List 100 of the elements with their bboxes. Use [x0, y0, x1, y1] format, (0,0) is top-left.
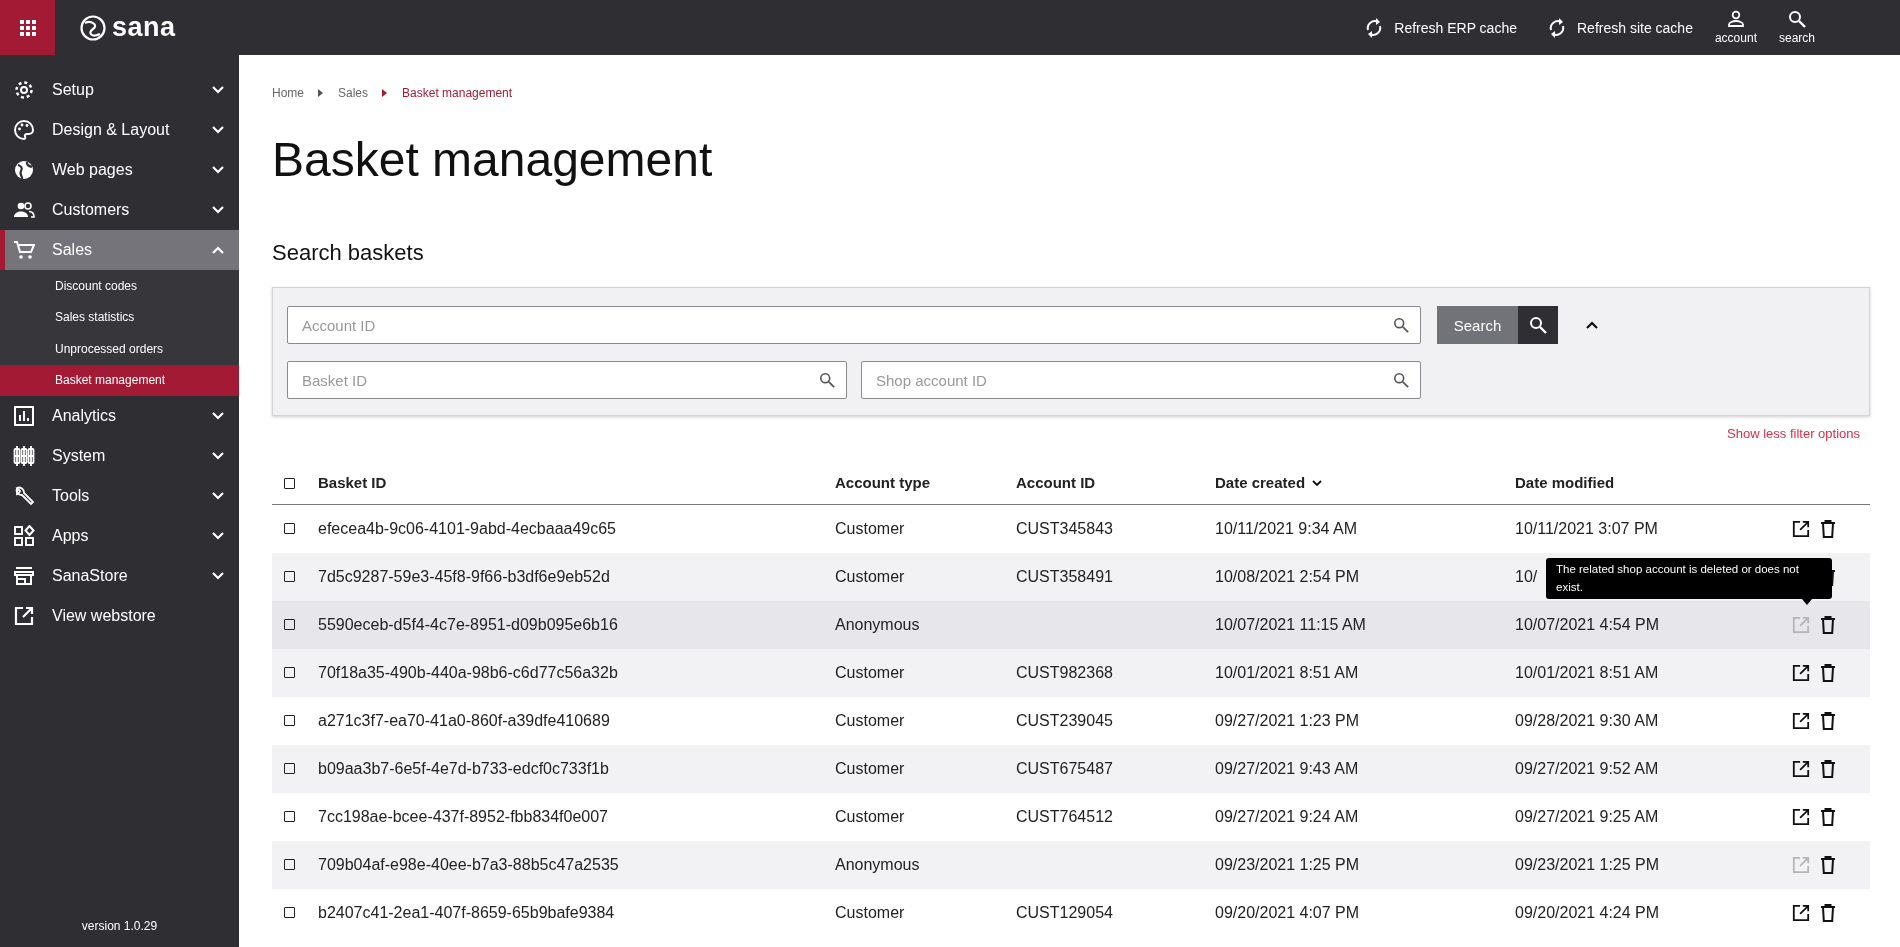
search-icon [1529, 316, 1547, 334]
table-cell: 09/27/2021 9:52 AM [1515, 760, 1659, 777]
sidebar-item[interactable]: Sales [0, 230, 239, 270]
refresh-icon [1547, 16, 1567, 39]
table-cell: Anonymous [835, 616, 920, 633]
column-header[interactable]: Date created [1215, 474, 1306, 491]
sidebar-item[interactable]: Apps [0, 516, 239, 556]
search-field[interactable]: Basket ID [287, 361, 847, 399]
search-icon [819, 372, 835, 388]
column-header[interactable]: Account ID [1016, 474, 1096, 491]
column-header[interactable]: Date modified [1515, 474, 1615, 491]
sidebar-subitem[interactable]: Discount codes [0, 270, 239, 302]
section-heading: Search baskets [272, 239, 425, 267]
account-button[interactable]: account [1714, 10, 1757, 45]
table-cell: 5590eceb-d5f4-4c7e-8951-d09b095e6b16 [318, 616, 618, 633]
table-cell: 09/23/2021 1:25 PM [1515, 856, 1660, 873]
table-cell: 70f18a35-490b-440a-98b6-c6d77c56a32b [318, 664, 618, 681]
table-cell: 7cc198ae-bcee-437f-8952-fbb834f0e007 [318, 808, 608, 825]
row-checkbox[interactable] [284, 811, 295, 822]
table-cell: 10/11/2021 9:34 AM [1215, 520, 1358, 537]
filter-toggle-link[interactable]: Show less filter options [1727, 426, 1860, 441]
open-link-button[interactable] [1792, 760, 1810, 778]
person-icon [1726, 10, 1745, 28]
gear-icon [13, 79, 35, 101]
sidebar-subitem[interactable]: Basket management [0, 364, 239, 396]
row-checkbox[interactable] [284, 907, 295, 918]
table-cell: Anonymous [835, 856, 920, 873]
table-cell: Customer [835, 760, 905, 777]
table-cell: 09/23/2021 1:25 PM [1215, 856, 1360, 873]
row-checkbox[interactable] [284, 571, 295, 582]
open-link-button[interactable] [1792, 904, 1810, 922]
sidebar-item[interactable]: Analytics [0, 396, 239, 436]
table-cell: 709b04af-e98e-40ee-b7a3-88b5c47a2535 [318, 856, 619, 873]
chart-icon [13, 405, 35, 427]
table-cell: CUST345843 [1016, 520, 1113, 537]
sidebar-item[interactable]: Setup [0, 70, 239, 110]
search-button[interactable]: Search [1437, 306, 1518, 344]
open-link-button[interactable] [1792, 520, 1810, 538]
breadcrumb-link[interactable]: Sales [338, 86, 369, 100]
table-cell: 09/27/2021 9:43 AM [1215, 760, 1359, 777]
row-checkbox[interactable] [284, 715, 295, 726]
external-link-icon [1792, 808, 1810, 826]
search-button[interactable]: search [1778, 10, 1815, 45]
row-checkbox[interactable] [284, 667, 295, 678]
sidebar-item[interactable]: Web pages [0, 150, 239, 190]
row-checkbox[interactable] [284, 619, 295, 630]
external-link-icon [1792, 664, 1810, 682]
column-header[interactable]: Account type [835, 474, 930, 491]
app-launcher-button[interactable] [0, 0, 55, 55]
open-link-button[interactable] [1792, 808, 1810, 826]
column-header[interactable]: Basket ID [318, 474, 387, 491]
external-link-icon [1792, 856, 1810, 874]
external-link-icon [1792, 760, 1810, 778]
search-icon-button[interactable] [1518, 306, 1558, 344]
page-title: Basket management [272, 132, 714, 188]
select-all-checkbox[interactable] [284, 478, 295, 489]
sidebar-subitem[interactable]: Sales statistics [0, 301, 239, 333]
globe-icon [13, 159, 35, 181]
breadcrumb-link[interactable]: Basket management [402, 86, 513, 100]
sidebar-item[interactable]: Design & Layout [0, 110, 239, 150]
table-cell: CUST239045 [1016, 712, 1113, 729]
breadcrumb-link[interactable]: Home [272, 86, 304, 100]
row-checkbox[interactable] [284, 763, 295, 774]
table-cell: 10/ [1515, 568, 1538, 585]
open-link-button[interactable] [1792, 664, 1810, 682]
logo-text: sana [112, 12, 176, 43]
sidebar-subitem[interactable]: Unprocessed orders [0, 333, 239, 365]
table-cell: CUST358491 [1016, 568, 1113, 585]
search-field[interactable]: Shop account ID [861, 361, 1421, 399]
external-link-icon [1792, 904, 1810, 922]
table-cell: 10/08/2021 2:54 PM [1215, 568, 1360, 585]
table-cell: 10/07/2021 4:54 PM [1515, 616, 1660, 633]
table-cell: 10/11/2021 3:07 PM [1515, 520, 1658, 537]
row-checkbox[interactable] [284, 859, 295, 870]
sidebar-item[interactable]: Tools [0, 476, 239, 516]
sidebar-item[interactable]: SanaStore [0, 556, 239, 596]
logo-icon [79, 13, 107, 42]
table-cell: 09/20/2021 4:24 PM [1515, 904, 1660, 921]
sliders-icon [13, 445, 35, 467]
table-cell: 7d5c9287-59e3-45f8-9f66-b3df6e9eb52d [318, 568, 610, 585]
row-checkbox[interactable] [284, 523, 295, 534]
open-link-button[interactable] [1792, 712, 1810, 730]
table-cell: 09/28/2021 9:30 AM [1515, 712, 1659, 729]
table-cell: 10/01/2021 8:51 AM [1515, 664, 1659, 681]
search-field[interactable]: Account ID [287, 306, 1421, 344]
store-icon [13, 565, 35, 587]
sidebar-item[interactable]: Customers [0, 190, 239, 230]
sidebar-item[interactable]: System [0, 436, 239, 476]
sidebar-item[interactable]: View webstore [0, 596, 239, 636]
table-cell: Customer [835, 520, 905, 537]
table-cell: Customer [835, 712, 905, 729]
search-icon [1393, 372, 1409, 388]
refresh-button[interactable]: Refresh site cache [1547, 16, 1693, 39]
table-cell: Customer [835, 904, 905, 921]
table-cell: 09/27/2021 9:25 AM [1515, 808, 1659, 825]
tooltip: The related shop account is deleted or does not exist. [1546, 558, 1832, 599]
refresh-button[interactable]: Refresh ERP cache [1364, 16, 1517, 39]
table-cell: 10/01/2021 8:51 AM [1215, 664, 1359, 681]
palette-icon [13, 119, 35, 141]
table-cell: CUST764512 [1016, 808, 1113, 825]
